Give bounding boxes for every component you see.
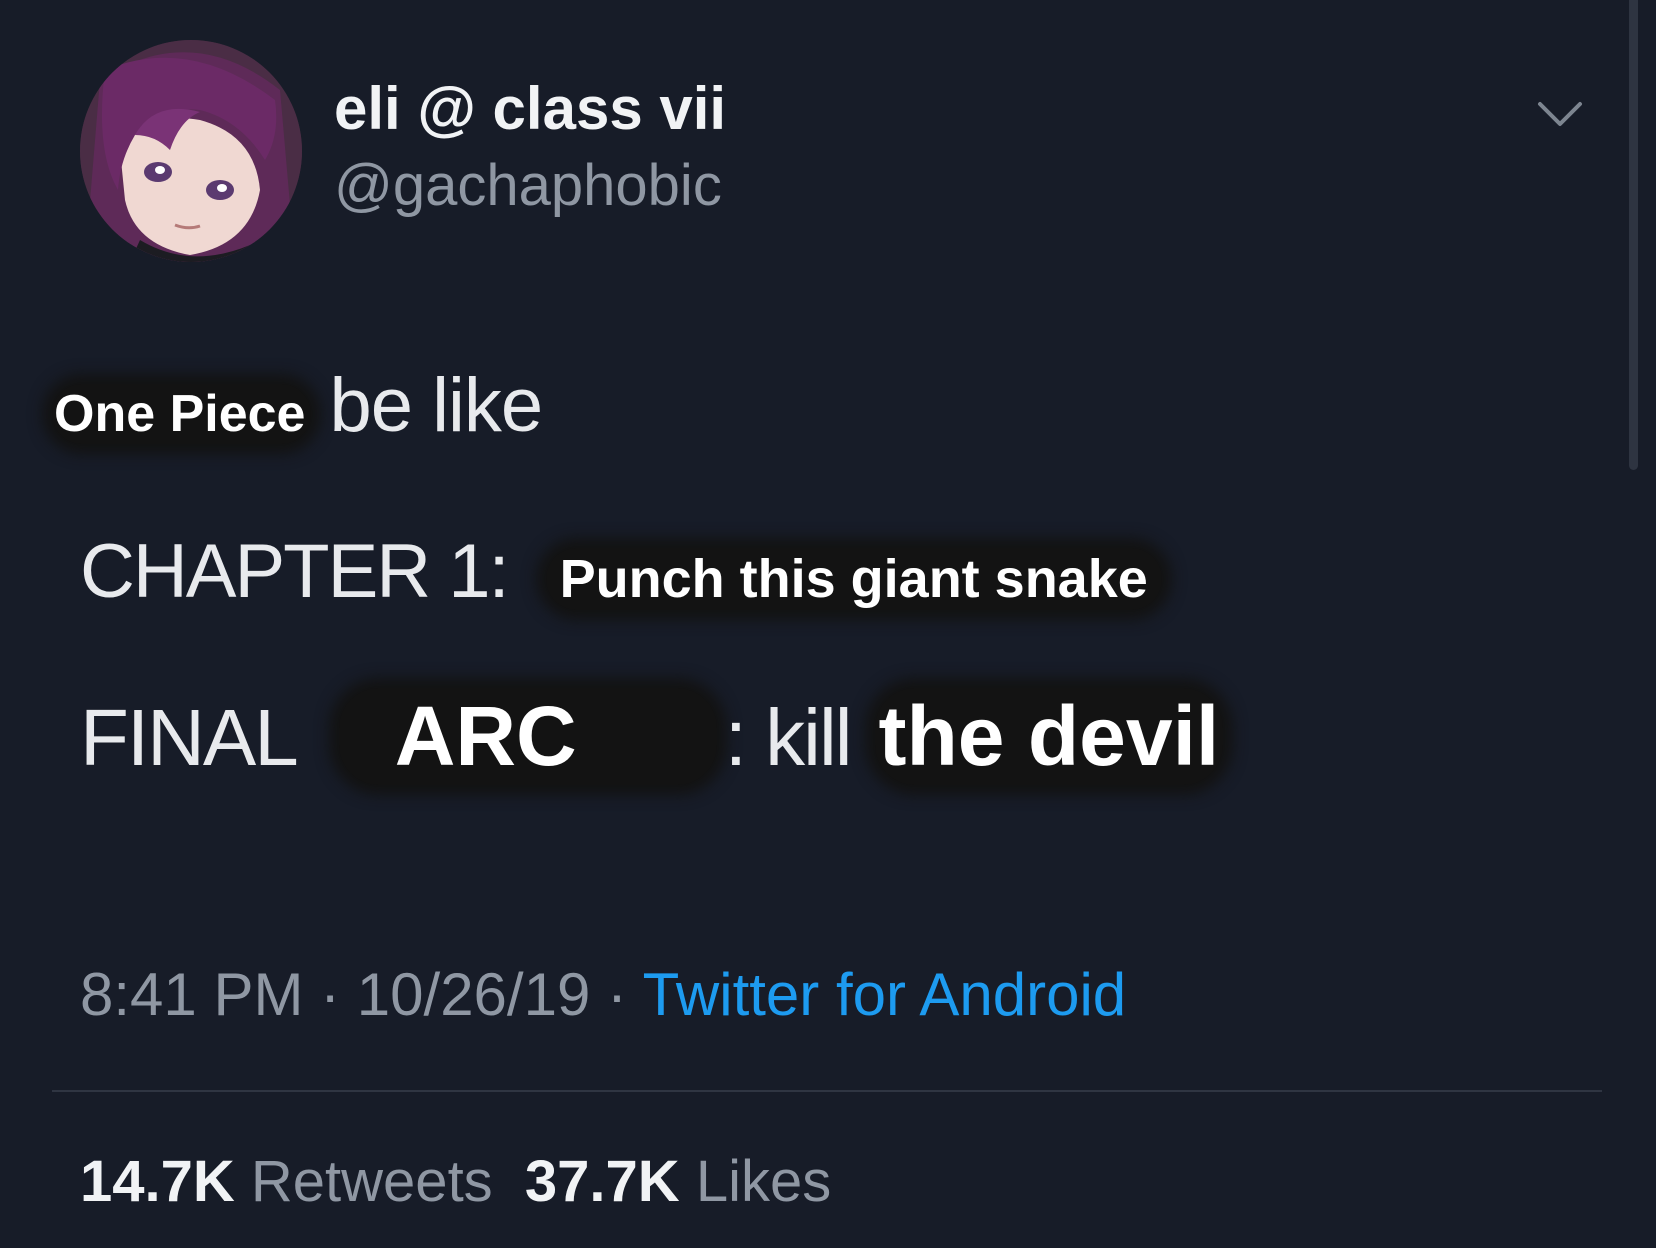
chevron-down-icon[interactable]	[1536, 98, 1584, 132]
edited-text-arc: ARC	[338, 688, 717, 785]
edited-text-one-piece: One Piece	[52, 384, 312, 444]
tweet-stats: 14.7K Retweets 37.7K Likes	[80, 1148, 831, 1215]
tweet-text-be-like: be like	[329, 363, 543, 448]
tweet-text-kill: : kill	[724, 693, 853, 782]
retweets-label: Retweets	[250, 1149, 493, 1214]
tweet-time: 8:41 PM	[80, 961, 304, 1028]
meta-separator: ·	[590, 961, 643, 1028]
tweet-line-3: FINAL ARC : kill the devil	[80, 688, 1224, 785]
meta-separator: ·	[303, 961, 357, 1028]
likes-label: Likes	[695, 1149, 832, 1214]
tweet-date: 10/26/19	[356, 961, 591, 1028]
author-handle[interactable]: @gachaphobic	[334, 152, 722, 219]
tweet-source-link[interactable]: Twitter for Android	[643, 961, 1127, 1028]
tweet-detail-screen: eli @ class vii @gachaphobic One Piece b…	[0, 0, 1656, 1248]
tweet-metadata: 8:41 PM · 10/26/19 · Twitter for Android	[80, 960, 1126, 1029]
edited-text-the-devil: the devil	[874, 688, 1224, 785]
likes-stat[interactable]: 37.7K Likes	[525, 1149, 831, 1214]
tweet-line-2: CHAPTER 1: Punch this giant snake	[80, 528, 1162, 615]
tweet-text-chapter-1: CHAPTER 1:	[80, 529, 510, 614]
tweet-text-final: FINAL	[80, 693, 299, 782]
retweets-count: 14.7K	[80, 1149, 235, 1214]
author-display-name[interactable]: eli @ class vii	[334, 74, 726, 143]
tweet-line-1: One Piece be like	[52, 362, 543, 449]
avatar[interactable]	[80, 40, 302, 262]
retweets-stat[interactable]: 14.7K Retweets	[80, 1149, 493, 1214]
likes-count: 37.7K	[524, 1149, 680, 1214]
anime-avatar-icon	[80, 40, 302, 262]
scrollbar[interactable]	[1629, 0, 1638, 470]
edited-text-punch-snake: Punch this giant snake	[545, 548, 1162, 610]
divider	[52, 1090, 1602, 1092]
